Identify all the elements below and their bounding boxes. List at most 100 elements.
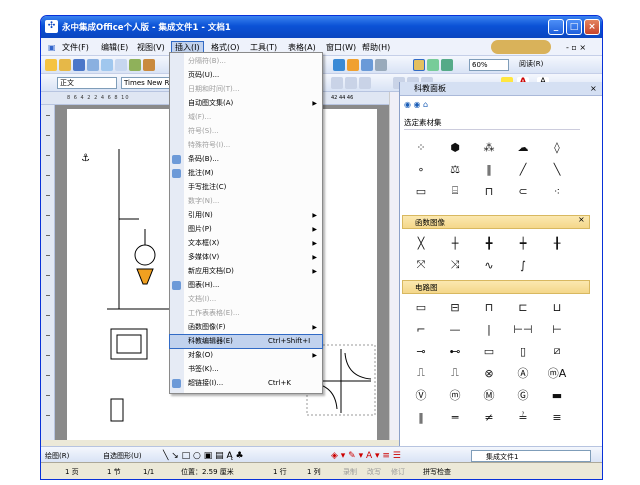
font-select[interactable]: Times New R: [121, 77, 171, 89]
shape-tools-icons[interactable]: ╲ ↘ □ ○ ▣ ▤ Ą ♣: [163, 450, 244, 462]
read-mode-button[interactable]: 阅读(R): [519, 59, 543, 69]
align-right-icon[interactable]: [359, 77, 371, 89]
material-item[interactable]: ‖: [472, 158, 506, 180]
material-item[interactable]: ╱: [506, 158, 540, 180]
material-item[interactable]: ╲: [540, 158, 574, 180]
function-graph-item[interactable]: [540, 254, 574, 276]
maximize-button[interactable]: □: [566, 19, 582, 35]
status-spellcheck[interactable]: 拼写检查: [423, 466, 451, 478]
new-icon[interactable]: [45, 59, 57, 71]
insert-menu-item[interactable]: 手写批注(C): [170, 181, 322, 194]
circuit-symbol-item[interactable]: ⊟: [438, 296, 472, 318]
function-graph-item[interactable]: ⤨: [438, 254, 472, 276]
circuit-symbol-item[interactable]: ⊏: [506, 296, 540, 318]
function-graph-item[interactable]: ⤧: [404, 254, 438, 276]
insert-menu-item[interactable]: 科教编辑器(E) Ctrl+Shift+I: [169, 334, 323, 349]
map-icon[interactable]: [427, 59, 439, 71]
circuit-symbol-item[interactable]: ▭: [472, 340, 506, 362]
insert-menu-item[interactable]: 自动图文集(A) ▶: [170, 97, 322, 110]
columns-icon[interactable]: [375, 59, 387, 71]
menu-edit[interactable]: 编辑(E): [98, 41, 131, 54]
circuit-symbol-item[interactable]: ⓜA: [540, 362, 574, 384]
function-graph-item[interactable]: ∿: [472, 254, 506, 276]
insert-menu-item[interactable]: 条码(B)...: [170, 153, 322, 166]
circuit-symbol-item[interactable]: ⊸: [404, 340, 438, 362]
group-circuit[interactable]: 电路图: [402, 280, 590, 294]
material-item[interactable]: ▭: [404, 180, 438, 202]
autoshapes-button[interactable]: 自选图形(U): [103, 450, 142, 462]
circuit-symbol-item[interactable]: Ⓥ: [404, 384, 438, 406]
print-icon[interactable]: [87, 59, 99, 71]
menu-help[interactable]: 帮助(H): [359, 41, 393, 54]
function-graph-item[interactable]: ┿: [506, 232, 540, 254]
insert-menu-item[interactable]: 图表(H)...: [170, 279, 322, 292]
group-function-graph[interactable]: 函数图像: [402, 215, 590, 229]
copy-icon[interactable]: [129, 59, 141, 71]
zoom-select[interactable]: 60%: [469, 59, 509, 71]
insert-menu-item[interactable]: 图片(P) ▶: [170, 223, 322, 236]
circuit-symbol-item[interactable]: |: [472, 318, 506, 340]
material-item[interactable]: ⊓: [472, 180, 506, 202]
circuit-symbol-item[interactable]: —: [438, 318, 472, 340]
align-left-icon[interactable]: [331, 77, 343, 89]
circuit-symbol-item[interactable]: ▭: [404, 296, 438, 318]
insert-menu-item[interactable]: 超链接(I)... Ctrl+K: [170, 377, 322, 390]
circuit-symbol-item[interactable]: ≡: [540, 406, 574, 428]
doc-icon[interactable]: ▣: [45, 41, 59, 54]
group-close-icon[interactable]: ×: [578, 215, 585, 224]
status-revision[interactable]: 修订: [391, 466, 405, 478]
chart-icon[interactable]: [347, 59, 359, 71]
circuit-symbol-item[interactable]: Ⓜ: [472, 384, 506, 406]
align-center-icon[interactable]: [345, 77, 357, 89]
open-icon[interactable]: [59, 59, 71, 71]
function-graph-item[interactable]: ┼: [438, 232, 472, 254]
material-item[interactable]: ⁘: [404, 136, 438, 158]
draw-menu-button[interactable]: 绘图(R): [45, 450, 69, 462]
insert-menu-item[interactable]: 函数图像(F) ▶: [170, 321, 322, 334]
menu-file[interactable]: 文件(F): [59, 41, 92, 54]
circuit-symbol-item[interactable]: ▯: [506, 340, 540, 362]
circuit-symbol-item[interactable]: ≟: [506, 406, 540, 428]
save-icon[interactable]: [73, 59, 85, 71]
material-item[interactable]: ⁂: [472, 136, 506, 158]
insert-menu-item[interactable]: 页码(U)...: [170, 69, 322, 82]
menu-window[interactable]: 窗口(W): [323, 41, 359, 54]
material-item[interactable]: ⬢: [438, 136, 472, 158]
circuit-symbol-item[interactable]: ⊔: [540, 296, 574, 318]
insert-menu-item[interactable]: 新应用文档(D) ▶: [170, 265, 322, 278]
hyperlink-icon[interactable]: [333, 59, 345, 71]
circuit-symbol-item[interactable]: ⊗: [472, 362, 506, 384]
restore-doc-button[interactable]: - ▫ ×: [563, 41, 589, 54]
insert-menu-item[interactable]: 引用(N) ▶: [170, 209, 322, 222]
color-tools-icons[interactable]: ◈ ▾ ✎ ▾ A ▾ ≡ ☰: [331, 450, 401, 462]
function-graph-item[interactable]: ╂: [540, 232, 574, 254]
circuit-symbol-item[interactable]: ⎍: [404, 362, 438, 384]
status-overwrite[interactable]: 改写: [367, 466, 381, 478]
circuit-symbol-item[interactable]: ⌐: [404, 318, 438, 340]
circuit-symbol-item[interactable]: ⎍: [438, 362, 472, 384]
material-item[interactable]: ⚖: [438, 158, 472, 180]
material-item[interactable]: ∘: [404, 158, 438, 180]
circuit-symbol-item[interactable]: ⊢: [540, 318, 574, 340]
panel-close-icon[interactable]: ×: [590, 84, 597, 93]
material-item[interactable]: ⊂: [506, 180, 540, 202]
circuit-symbol-item[interactable]: ⓜ: [438, 384, 472, 406]
circuit-symbol-item[interactable]: ⊓: [472, 296, 506, 318]
function-graph-item[interactable]: ╳: [404, 232, 438, 254]
cut-icon[interactable]: [115, 59, 127, 71]
material-item[interactable]: ⌸: [438, 180, 472, 202]
paragraph-icon[interactable]: [441, 59, 453, 71]
close-button[interactable]: ×: [584, 19, 600, 35]
table-icon[interactable]: [361, 59, 373, 71]
preview-icon[interactable]: [101, 59, 113, 71]
insert-menu-item[interactable]: 多媒体(V) ▶: [170, 251, 322, 264]
style-select[interactable]: 正文: [57, 77, 117, 89]
material-item[interactable]: ☁: [506, 136, 540, 158]
insert-menu-item[interactable]: 批注(M): [170, 167, 322, 180]
material-item[interactable]: ◊: [540, 136, 574, 158]
circuit-symbol-item[interactable]: ⊢⊣: [506, 318, 540, 340]
circuit-symbol-item[interactable]: Ⓐ: [506, 362, 540, 384]
function-graph-item[interactable]: ∫: [506, 254, 540, 276]
panel-nav-icons[interactable]: ◉ ◉ ⌂: [404, 100, 464, 111]
open-file-tab[interactable]: 集成文件1: [471, 450, 591, 462]
